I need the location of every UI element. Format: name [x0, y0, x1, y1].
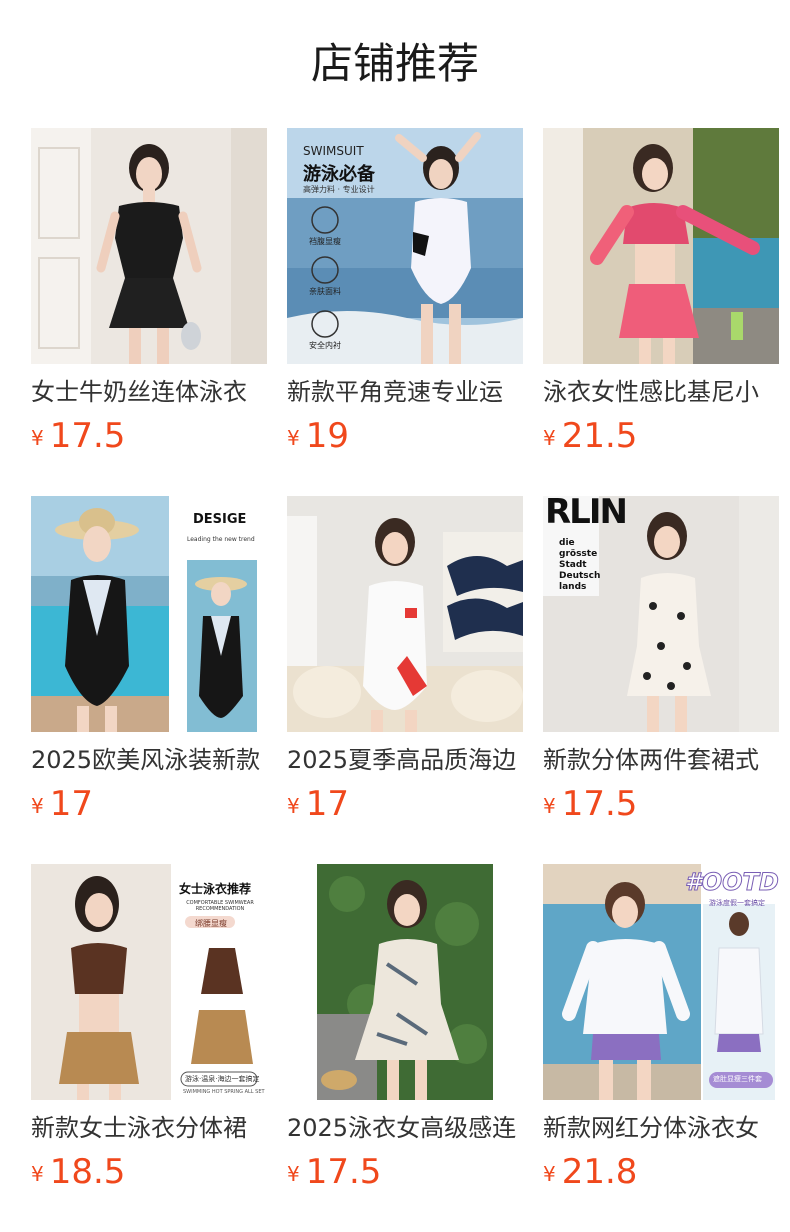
product-card[interactable]: #OOTD 游泳度假一套搞定 遮肚显瘦三件套 新款网红分体泳衣女 ¥21.8	[543, 864, 779, 1192]
currency-symbol: ¥	[31, 794, 44, 818]
product-grid: 女士牛奶丝连体泳衣 ¥17.5 SWIMSUIT 游泳必备 高弹力料 · 专业设…	[31, 128, 779, 1192]
image-poster-line: grösste	[559, 549, 598, 559]
product-price: ¥17	[31, 782, 93, 826]
product-card[interactable]: 2025泳衣女高级感连 ¥17.5	[287, 864, 523, 1192]
image-feature-text: 亲肤面料	[309, 287, 341, 296]
image-subline-text: COMFORTABLE SWIMWEAR RECOMMENDATION	[186, 900, 254, 912]
image-poster-line: Stadt	[559, 560, 587, 570]
currency-symbol: ¥	[543, 1162, 556, 1186]
product-title[interactable]: 新款平角竞速专业运	[287, 376, 523, 408]
image-poster-big-text: RLIN	[545, 496, 628, 532]
product-image[interactable]: 女士泳衣推荐 COMFORTABLE SWIMWEAR RECOMMENDATI…	[31, 864, 267, 1100]
image-subline-text: Leading the new trend	[187, 536, 255, 543]
product-title[interactable]: 泳衣女性感比基尼小	[543, 376, 779, 408]
price-value: 17.5	[49, 416, 126, 456]
currency-symbol: ¥	[287, 426, 300, 450]
product-card[interactable]: 2025夏季高品质海边 ¥17	[287, 496, 523, 824]
image-footer-en-text: SWIMMING HOT SPRING ALL SET	[183, 1089, 265, 1095]
product-card[interactable]: 女士牛奶丝连体泳衣 ¥17.5	[31, 128, 267, 456]
price-value: 17	[49, 784, 93, 824]
image-headline-text: DESIGE	[193, 512, 247, 527]
price-value: 19	[305, 416, 349, 456]
image-tag-text: 绑腰显瘦	[195, 919, 227, 928]
price-value: 17.5	[561, 784, 638, 824]
product-image[interactable]: SWIMSUIT 游泳必备 高弹力料 · 专业设计 裆腹显瘦 亲肤面料 安全内衬	[287, 128, 523, 364]
product-card[interactable]: 女士泳衣推荐 COMFORTABLE SWIMWEAR RECOMMENDATI…	[31, 864, 267, 1192]
product-image[interactable]: #OOTD 游泳度假一套搞定 遮肚显瘦三件套	[543, 864, 779, 1100]
image-headline-text: 女士泳衣推荐	[179, 882, 252, 896]
image-feature-text: 安全内衬	[309, 341, 341, 350]
product-title[interactable]: 新款分体两件套裙式	[543, 744, 779, 776]
product-image[interactable]	[287, 864, 523, 1100]
product-price: ¥21.8	[543, 1150, 637, 1194]
product-card[interactable]: RLIN die grösste Stadt Deutsch lands 新款分…	[543, 496, 779, 824]
image-feature-text: 裆腹显瘦	[309, 237, 341, 246]
image-headline-text: 游泳必备	[303, 164, 375, 185]
price-value: 21.8	[561, 1152, 638, 1192]
product-price: ¥19	[287, 414, 349, 458]
image-footer-text: 游泳·温泉·海边一套搞定	[185, 1075, 260, 1083]
page-title: 店铺推荐	[310, 39, 479, 88]
product-title[interactable]: 女士牛奶丝连体泳衣	[31, 376, 267, 408]
price-value: 18.5	[49, 1152, 126, 1192]
image-poster-line: die	[559, 538, 575, 548]
product-image[interactable]: RLIN die grösste Stadt Deutsch lands	[543, 496, 779, 732]
image-headline-text: #OOTD	[685, 868, 779, 897]
image-subline-text: 高弹力料 · 专业设计	[303, 185, 375, 194]
currency-symbol: ¥	[287, 1162, 300, 1186]
currency-symbol: ¥	[543, 794, 556, 818]
product-title[interactable]: 新款网红分体泳衣女	[543, 1112, 779, 1144]
product-card[interactable]: 泳衣女性感比基尼小 ¥21.5	[543, 128, 779, 456]
product-price: ¥17	[287, 782, 349, 826]
image-brand-text: SWIMSUIT	[303, 144, 364, 158]
image-subline-text: 游泳度假一套搞定	[709, 899, 765, 907]
price-value: 21.5	[561, 416, 638, 456]
currency-symbol: ¥	[31, 426, 44, 450]
product-price: ¥17.5	[287, 1150, 381, 1194]
product-price: ¥17.5	[543, 782, 637, 826]
image-poster-line: Deutsch	[559, 571, 601, 581]
product-card[interactable]: SWIMSUIT 游泳必备 高弹力料 · 专业设计 裆腹显瘦 亲肤面料 安全内衬…	[287, 128, 523, 456]
shop-recommendation-page: 店铺推荐 女士牛奶丝连体泳衣 ¥ 17.5 SWIMSUIT 游泳必备 高弹力料…	[0, 0, 790, 1232]
product-image[interactable]	[31, 128, 267, 364]
product-card[interactable]: DESIGE Leading the new trend 2025欧美风泳装新款…	[31, 496, 267, 824]
currency-symbol: ¥	[31, 1162, 44, 1186]
product-price: ¥21.5	[543, 414, 637, 458]
product-title[interactable]: 新款女士泳衣分体裙	[31, 1112, 267, 1144]
image-tag-text: 遮肚显瘦三件套	[713, 1075, 762, 1083]
product-title[interactable]: 2025泳衣女高级感连	[287, 1112, 523, 1144]
price-value: 17	[305, 784, 349, 824]
product-image[interactable]	[287, 496, 523, 732]
currency-symbol: ¥	[287, 794, 300, 818]
product-price: ¥17.5	[31, 414, 125, 458]
product-title[interactable]: 2025夏季高品质海边	[287, 744, 523, 776]
product-title[interactable]: 2025欧美风泳装新款	[31, 744, 267, 776]
product-price: ¥18.5	[31, 1150, 125, 1194]
currency-symbol: ¥	[543, 426, 556, 450]
price-value: 17.5	[305, 1152, 382, 1192]
product-image[interactable]: DESIGE Leading the new trend	[31, 496, 267, 732]
image-poster-line: lands	[559, 582, 587, 592]
product-image[interactable]	[543, 128, 779, 364]
